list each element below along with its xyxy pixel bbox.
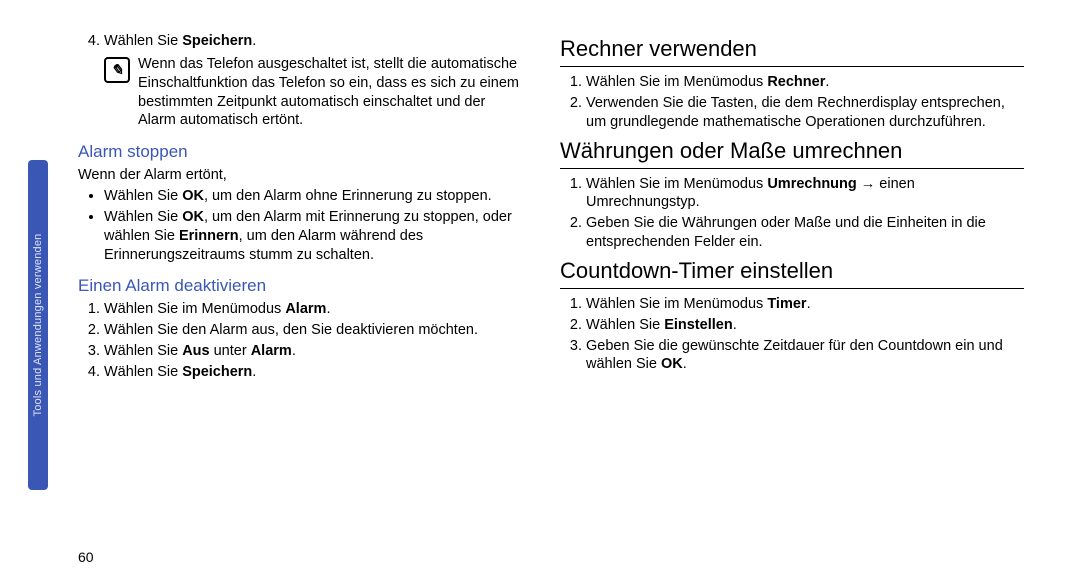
side-tab: Tools und Anwendungen verwenden [28,160,48,490]
list-item: Wählen Sie im Menümodus Timer. [586,295,1024,314]
right-column: Rechner verwenden Wählen Sie im Menümodu… [540,0,1080,585]
timer-list: Wählen Sie im Menümodus Timer. Wählen Si… [560,295,1024,374]
text: . [807,296,811,312]
list-item: Wählen Sie Speichern. [104,363,520,382]
text-bold: Rechner [767,74,825,90]
text: Wählen Sie im Menümodus [104,301,285,317]
list-item: Wählen Sie Aus unter Alarm. [104,342,520,361]
text-bold: OK [182,209,204,225]
umrechnen-list: Wählen Sie im Menümodus Umrechnung → ein… [560,175,1024,252]
text: , um den Alarm ohne Erinnerung zu stoppe… [204,188,492,204]
text-bold: Umrechnung [767,176,856,192]
text: Wählen Sie im Menümodus [586,176,767,192]
step-list-continued: Wählen Sie Speichern. [78,32,520,51]
document-page: Tools und Anwendungen verwenden Wählen S… [0,0,1080,585]
side-tab-label: Tools und Anwendungen verwenden [32,234,44,417]
list-item: Verwenden Sie die Tasten, die dem Rechne… [586,94,1024,132]
text: Geben Sie die gewünschte Zeitdauer für d… [586,338,1003,373]
text: . [292,343,296,359]
list-item: Wählen Sie OK, um den Alarm ohne Erinner… [104,187,520,206]
page-number: 60 [78,549,94,565]
text: . [825,74,829,90]
list-item: Wählen Sie im Menümodus Alarm. [104,300,520,319]
list-item: Wählen Sie OK, um den Alarm mit Erinneru… [104,208,520,265]
step4-bold: Speichern [182,33,252,49]
heading-alarm-stoppen: Alarm stoppen [78,142,520,162]
text: . [683,356,687,372]
text-bold: OK [182,188,204,204]
rechner-list: Wählen Sie im Menümodus Rechner. Verwend… [560,73,1024,132]
text-bold: Alarm [285,301,326,317]
list-item: Wählen Sie im Menümodus Rechner. [586,73,1024,92]
left-column: Wählen Sie Speichern. ✎ Wenn das Telefon… [0,0,540,585]
heading-rechner: Rechner verwenden [560,36,1024,67]
alarm-intro: Wenn der Alarm ertönt, [78,166,520,185]
text: Wählen Sie [104,188,182,204]
note-icon: ✎ [104,57,130,83]
list-item: Geben Sie die Währungen oder Maße und di… [586,214,1024,252]
text-bold: Einstellen [664,317,733,333]
text: Wählen Sie [104,209,182,225]
text: . [326,301,330,317]
text: Wählen Sie im Menümodus [586,296,767,312]
text: . [733,317,737,333]
list-item: Wählen Sie Einstellen. [586,316,1024,335]
text-bold: Aus [182,343,209,359]
text-bold: Timer [767,296,806,312]
heading-alarm-deaktivieren: Einen Alarm deaktivieren [78,276,520,296]
list-item: Wählen Sie den Alarm aus, den Sie deakti… [104,321,520,340]
text: Wählen Sie im Menümodus [586,74,767,90]
text-bold: Erinnern [179,228,239,244]
alarm-deakt-list: Wählen Sie im Menümodus Alarm. Wählen Si… [78,300,520,381]
heading-umrechnen: Währungen oder Maße umrechnen [560,138,1024,169]
text-bold: OK [661,356,683,372]
content-columns: Wählen Sie Speichern. ✎ Wenn das Telefon… [0,0,1080,585]
step4-prefix: Wählen Sie [104,33,182,49]
step4-suffix: . [252,33,256,49]
text: . [252,364,256,380]
text: unter [210,343,251,359]
text: Wählen Sie [586,317,664,333]
note-text: Wenn das Telefon ausgeschaltet ist, stel… [138,55,520,130]
text: Wählen Sie [104,343,182,359]
text: Wählen Sie [104,364,182,380]
heading-timer: Countdown-Timer einstellen [560,258,1024,289]
list-item: Wählen Sie Speichern. [104,32,520,51]
text-bold: Speichern [182,364,252,380]
list-item: Geben Sie die gewünschte Zeitdauer für d… [586,337,1024,375]
note-block: ✎ Wenn das Telefon ausgeschaltet ist, st… [104,55,520,130]
list-item: Wählen Sie im Menümodus Umrechnung → ein… [586,175,1024,213]
text-bold: Alarm [251,343,292,359]
alarm-stop-list: Wählen Sie OK, um den Alarm ohne Erinner… [78,187,520,264]
